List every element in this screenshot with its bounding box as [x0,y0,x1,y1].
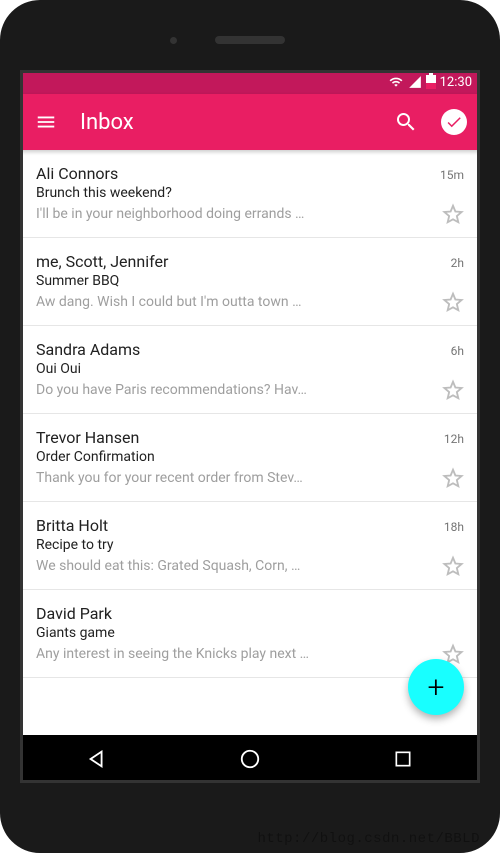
watermark: http://blog.csdn.net/BBLD [257,831,480,847]
star-button[interactable] [442,203,464,225]
star-button[interactable] [442,467,464,489]
email-sender: me, Scott, Jennifer [36,252,168,271]
email-subject: Order Confirmation [36,449,464,465]
battery-icon [426,75,436,89]
email-preview: We should eat this: Grated Squash, Corn,… [36,558,432,574]
home-button[interactable] [220,748,280,770]
email-sender: Ali Connors [36,164,118,183]
email-sender: David Park [36,604,112,623]
email-sender: Sandra Adams [36,340,140,359]
email-time: 6h [451,344,464,358]
circle-home-icon [239,748,261,770]
star-button[interactable] [442,379,464,401]
email-subject: Summer BBQ [36,273,464,289]
page-title: Inbox [80,110,372,135]
system-nav-bar [20,735,480,783]
email-time: 12h [444,432,464,446]
plus-icon: + [428,670,445,705]
app-bar: Inbox [20,94,480,150]
email-preview: Any interest in seeing the Knicks play n… [36,646,432,662]
star-button[interactable] [442,555,464,577]
email-row[interactable]: me, Scott, Jennifer 2h Summer BBQ Aw dan… [20,238,480,326]
star-outline-icon [442,379,464,401]
email-subject: Giants game [36,625,464,641]
signal-icon [408,75,422,89]
email-sender: Trevor Hansen [36,428,139,447]
star-outline-icon [442,291,464,313]
email-preview: Aw dang. Wish I could but I'm outta town… [36,294,432,310]
back-button[interactable] [67,748,127,770]
star-outline-icon [442,203,464,225]
status-bar: 12:30 [20,70,480,94]
email-row[interactable]: Trevor Hansen 12h Order Confirmation Tha… [20,414,480,502]
star-button[interactable] [442,291,464,313]
email-time: 2h [451,256,464,270]
status-time: 12:30 [440,75,472,90]
check-circle-icon [441,109,467,135]
email-preview: I'll be in your neighborhood doing erran… [36,206,432,222]
wifi-icon [388,75,404,89]
compose-fab[interactable]: + [408,659,464,715]
email-sender: Britta Holt [36,516,108,535]
star-outline-icon [442,467,464,489]
email-row[interactable]: Britta Holt 18h Recipe to try We should … [20,502,480,590]
square-recents-icon [393,749,413,769]
email-row[interactable]: David Park Giants game Any interest in s… [20,590,480,678]
email-time: 18h [444,520,464,534]
triangle-back-icon [86,748,108,770]
hamburger-icon [35,111,57,133]
email-subject: Recipe to try [36,537,464,553]
email-preview: Thank you for your recent order from Ste… [36,470,432,486]
email-time: 15m [440,168,464,182]
email-subject: Oui Oui [36,361,464,377]
email-row[interactable]: Sandra Adams 6h Oui Oui Do you have Pari… [20,326,480,414]
email-list: Ali Connors 15m Brunch this weekend? I'l… [20,150,480,735]
select-all-button[interactable] [440,108,468,136]
email-subject: Brunch this weekend? [36,185,464,201]
search-button[interactable] [392,108,420,136]
email-preview: Do you have Paris recommendations? Hav… [36,382,432,398]
menu-button[interactable] [32,108,60,136]
recents-button[interactable] [373,749,433,769]
search-icon [394,110,418,134]
email-row[interactable]: Ali Connors 15m Brunch this weekend? I'l… [20,150,480,238]
star-outline-icon [442,555,464,577]
